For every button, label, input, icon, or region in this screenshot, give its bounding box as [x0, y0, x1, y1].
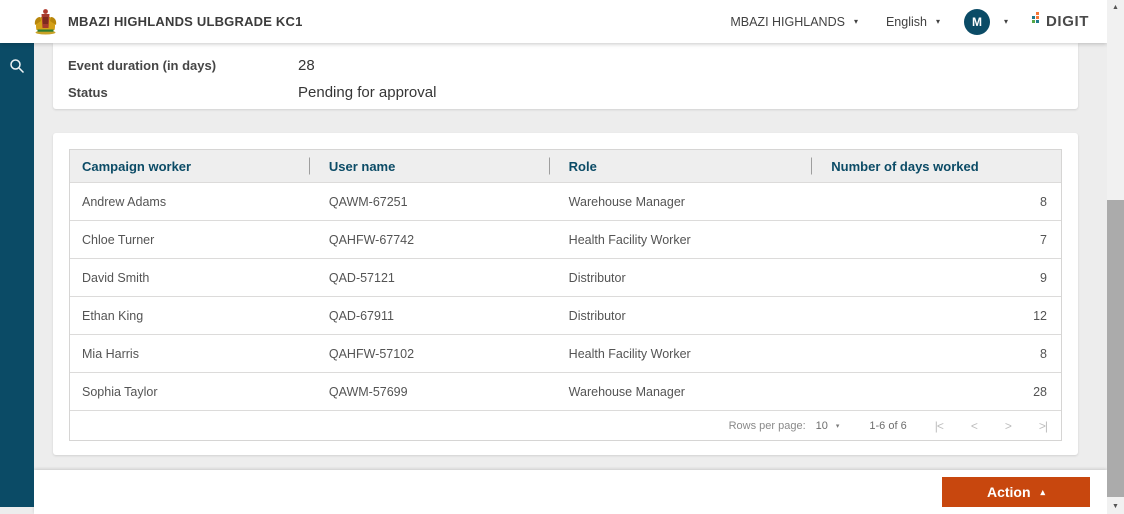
caret-down-icon: ▾ [835, 422, 840, 430]
detail-value: Pending for approval [298, 84, 437, 101]
table-row: Sophia Taylor QAWM-57699 Warehouse Manag… [70, 372, 1061, 410]
detail-label: Event duration (in days) [68, 58, 217, 73]
column-header: Role [545, 157, 808, 175]
column-divider [308, 157, 310, 175]
first-page-button[interactable]: |< [935, 419, 944, 433]
header-actions: MBAZI HIGHLANDS ▾ English ▾ M ▾ DIGIT [730, 8, 1089, 35]
municipal-emblem-icon [33, 8, 58, 35]
table-row: David Smith QAD-57121 Distributor 9 [70, 258, 1061, 296]
cell-campaign-worker: David Smith [82, 270, 150, 285]
table-header-row: Campaign worker User name Role Number of… [70, 150, 1061, 182]
cell-user-name: QAWM-57699 [328, 384, 408, 399]
action-button[interactable]: Action ▴ [942, 477, 1090, 507]
digit-logo-text: DIGIT [1046, 13, 1089, 30]
column-header: Campaign worker [82, 158, 192, 174]
cell-campaign-worker: Mia Harris [82, 346, 139, 361]
cell-days-worked: 7 [1040, 232, 1047, 247]
app-window: MBAZI HIGHLANDS ULBGRADE KC1 MBAZI HIGHL… [0, 0, 1124, 514]
last-page-button[interactable]: >| [1039, 419, 1048, 433]
sidebar [0, 43, 34, 507]
cell-days-worked: 9 [1040, 270, 1047, 285]
table-card: Campaign worker User name Role Number of… [53, 133, 1078, 455]
column-divider [811, 157, 813, 175]
cell-user-name: QAD-57121 [328, 270, 395, 285]
cell-campaign-worker: Chloe Turner [82, 232, 155, 247]
cell-user-name: QAWM-67251 [328, 194, 408, 209]
user-menu-caret-down-icon[interactable]: ▾ [1004, 17, 1008, 26]
scroll-up-button[interactable]: ▲ [1107, 0, 1124, 15]
cell-days-worked: 28 [1033, 384, 1047, 399]
action-button-label: Action [986, 484, 1031, 500]
cell-role: Distributor [568, 308, 626, 323]
table-row: Ethan King QAD-67911 Distributor 12 [70, 296, 1061, 334]
cell-role: Warehouse Manager [568, 194, 685, 209]
detail-label: Status [68, 85, 108, 100]
cell-user-name: QAHFW-67742 [328, 232, 415, 247]
cell-campaign-worker: Ethan King [82, 308, 144, 323]
column-header: User name [305, 157, 545, 175]
caret-down-icon: ▾ [853, 16, 858, 26]
table-pagination: Rows per page: 10 ▾ 1-6 of 6 |< < > >| [70, 410, 1061, 440]
cell-campaign-worker: Sophia Taylor [82, 384, 158, 399]
table-row: Andrew Adams QAWM-67251 Warehouse Manage… [70, 182, 1061, 220]
digit-logo: DIGIT [1032, 12, 1089, 31]
cell-days-worked: 8 [1040, 346, 1047, 361]
caret-down-icon: ▾ [935, 16, 940, 26]
app-header: MBAZI HIGHLANDS ULBGRADE KC1 MBAZI HIGHL… [0, 0, 1107, 43]
cell-user-name: QAD-67911 [328, 308, 394, 323]
digit-logo-icon [1032, 12, 1043, 31]
vertical-scrollbar[interactable]: ▲ ▼ [1107, 0, 1124, 514]
table-row: Mia Harris QAHFW-57102 Health Facility W… [70, 334, 1061, 372]
rows-per-page-select[interactable]: 10 ▾ [816, 420, 840, 432]
sidebar-search-button[interactable] [7, 58, 27, 78]
cell-days-worked: 12 [1033, 308, 1047, 323]
cell-role: Health Facility Worker [568, 346, 691, 361]
cell-role: Distributor [568, 270, 626, 285]
detail-row: Status Pending for approval [68, 79, 1078, 106]
page-title: MBAZI HIGHLANDS ULBGRADE KC1 [68, 14, 303, 29]
next-page-button[interactable]: > [1005, 419, 1012, 433]
language-dropdown-label: English [885, 14, 927, 29]
workers-table: Campaign worker User name Role Number of… [69, 149, 1062, 441]
detail-value: 28 [298, 57, 315, 74]
cell-user-name: QAHFW-57102 [328, 346, 415, 361]
city-dropdown-label: MBAZI HIGHLANDS [730, 14, 845, 29]
scroll-down-button[interactable]: ▼ [1107, 499, 1124, 514]
previous-page-button[interactable]: < [971, 419, 978, 433]
cell-days-worked: 8 [1040, 194, 1047, 209]
details-card: Event duration (in days) 28 Status Pendi… [53, 43, 1078, 109]
cell-role: Warehouse Manager [568, 384, 685, 399]
cell-campaign-worker: Andrew Adams [82, 194, 167, 209]
detail-row: Event duration (in days) 28 [68, 52, 1078, 79]
user-avatar[interactable]: M [963, 8, 990, 35]
table-row: Chloe Turner QAHFW-67742 Health Facility… [70, 220, 1061, 258]
column-header: Number of days worked [807, 157, 1061, 175]
column-divider [548, 157, 550, 175]
pagination-range-label: 1-6 of 6 [869, 419, 907, 432]
city-dropdown[interactable]: MBAZI HIGHLANDS ▾ [730, 15, 858, 29]
cell-role: Health Facility Worker [568, 232, 691, 247]
rows-per-page-value: 10 [815, 419, 828, 432]
scrollbar-thumb[interactable] [1107, 200, 1124, 497]
rows-per-page-label: Rows per page: [728, 419, 806, 432]
caret-up-icon: ▴ [1040, 486, 1046, 497]
footer-action-bar: Action ▴ [34, 470, 1107, 514]
search-icon [9, 58, 25, 79]
language-dropdown[interactable]: English ▾ [886, 15, 940, 29]
